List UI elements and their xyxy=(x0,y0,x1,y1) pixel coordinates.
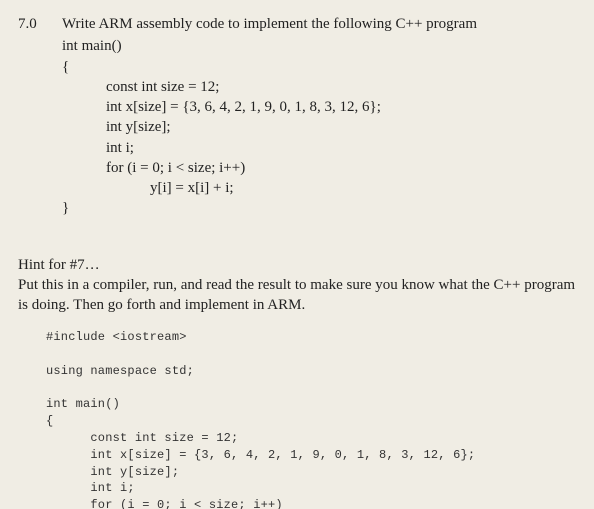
code-line: y[i] = x[i] + i; xyxy=(150,178,576,198)
code-line: int x[size] = {3, 6, 4, 2, 1, 9, 0, 1, 8… xyxy=(106,97,576,117)
hint-text: Put this in a compiler, run, and read th… xyxy=(18,275,576,316)
hint-title: Hint for #7… xyxy=(18,255,576,275)
question-number: 7.0 xyxy=(18,14,62,34)
question-prompt: Write ARM assembly code to implement the… xyxy=(62,14,576,34)
code-line: int main() xyxy=(62,36,576,56)
mono-code-block: #include <iostream> using namespace std;… xyxy=(46,329,576,509)
document-page: 7.0 Write ARM assembly code to implement… xyxy=(0,0,594,509)
spacer xyxy=(18,219,576,255)
code-line: { xyxy=(62,57,576,77)
serif-code-block: int main() { const int size = 12; int x[… xyxy=(62,36,576,198)
serif-code-closing: } xyxy=(18,198,576,218)
hint-block: Hint for #7… Put this in a compiler, run… xyxy=(18,255,576,316)
code-line: const int size = 12; xyxy=(106,77,576,97)
code-line: } xyxy=(62,198,576,218)
code-line: int i; xyxy=(106,138,576,158)
code-line: int y[size]; xyxy=(106,117,576,137)
code-line: for (i = 0; i < size; i++) xyxy=(106,158,576,178)
question-body: Write ARM assembly code to implement the… xyxy=(62,14,576,198)
question-row: 7.0 Write ARM assembly code to implement… xyxy=(18,14,576,198)
